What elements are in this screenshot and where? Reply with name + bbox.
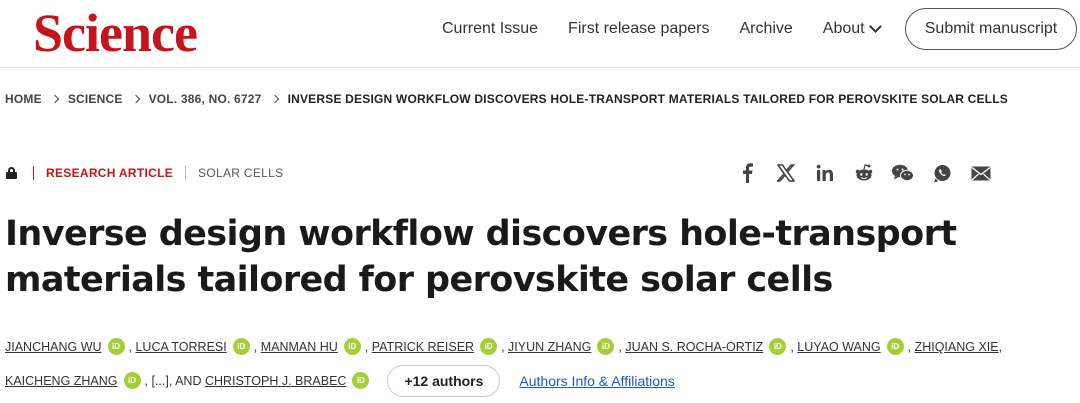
- orcid-icon[interactable]: iD: [769, 338, 787, 356]
- email-icon[interactable]: [970, 162, 992, 184]
- author-name[interactable]: JIYUN ZHANG: [508, 340, 591, 354]
- article-type-label[interactable]: RESEARCH ARTICLE: [46, 166, 173, 180]
- chevron-right-icon: [270, 94, 279, 104]
- author-name[interactable]: JUAN S. ROCHA-ORTIZ: [625, 340, 763, 354]
- chevron-down-icon: [868, 19, 882, 33]
- facebook-icon[interactable]: [736, 162, 758, 184]
- author-list: JIANCHANG WU iD, LUCA TORRESI iD, MANMAN H…: [5, 338, 1003, 356]
- submit-manuscript-button[interactable]: Submit manuscript: [905, 8, 1077, 50]
- author-name[interactable]: LUYAO WANG: [797, 340, 880, 354]
- divider: [185, 166, 187, 180]
- x-icon[interactable]: [775, 162, 797, 184]
- nav-first-release[interactable]: First release papers: [568, 19, 709, 39]
- wechat-icon[interactable]: [892, 162, 914, 184]
- author-name[interactable]: CHRISTOPH J. BRABEC: [205, 374, 346, 388]
- author-name[interactable]: PATRICK REISER: [372, 340, 474, 354]
- chevron-right-icon: [131, 94, 140, 104]
- divider: [33, 166, 34, 180]
- article-title: Inverse design workflow discovers hole-t…: [5, 211, 1005, 303]
- orcid-icon[interactable]: iD: [480, 338, 498, 356]
- orcid-icon[interactable]: iD: [123, 371, 141, 389]
- nav-current-issue[interactable]: Current Issue: [442, 19, 538, 39]
- orcid-icon[interactable]: iD: [343, 338, 361, 356]
- more-authors-button[interactable]: +12 authors: [387, 365, 501, 397]
- orcid-icon[interactable]: iD: [597, 338, 615, 356]
- orcid-icon[interactable]: iD: [886, 338, 904, 356]
- orcid-icon[interactable]: iD: [232, 338, 250, 356]
- site-header: Science Current Issue First release pape…: [0, 0, 1080, 68]
- article-title-line-2: materials tailored for perovskite solar …: [5, 260, 833, 300]
- chevron-right-icon: [50, 94, 60, 104]
- author-ellipsis: , [...], AND: [144, 374, 202, 388]
- nav-about[interactable]: About: [822, 19, 882, 39]
- article-title-line-1: Inverse design workflow discovers hole-t…: [5, 214, 957, 254]
- linkedin-icon[interactable]: [814, 162, 836, 184]
- authors-affiliations-link[interactable]: Authors Info & Affiliations: [519, 373, 674, 389]
- article-meta: RESEARCH ARTICLE SOLAR CELLS: [6, 166, 283, 180]
- article-section-label[interactable]: SOLAR CELLS: [198, 166, 283, 180]
- nav-about-label: About: [822, 20, 865, 37]
- author-name[interactable]: KAICHENG ZHANG: [5, 374, 118, 388]
- nav-archive[interactable]: Archive: [739, 19, 792, 39]
- breadcrumb-article: INVERSE DESIGN WORKFLOW DISCOVERS HOLE-T…: [287, 92, 1008, 106]
- reddit-icon[interactable]: [853, 162, 875, 184]
- whatsapp-icon[interactable]: [931, 162, 953, 184]
- author-name[interactable]: MANMAN HU: [261, 340, 338, 354]
- main-nav: Current Issue First release papers Archi…: [442, 19, 910, 39]
- breadcrumb-science[interactable]: SCIENCE: [68, 92, 123, 106]
- author-list-row-2: KAICHENG ZHANG iD , [...], AND CHRISTOPH …: [5, 365, 675, 397]
- orcid-icon[interactable]: iD: [107, 338, 125, 356]
- science-logo[interactable]: Science: [33, 5, 198, 61]
- author-name[interactable]: LUCA TORRESI: [135, 340, 226, 354]
- author-name[interactable]: JIANCHANG WU: [5, 340, 102, 354]
- breadcrumb: HOME SCIENCE VOL. 386, NO. 6727 INVERSE …: [5, 92, 1008, 106]
- breadcrumb-home[interactable]: HOME: [5, 92, 42, 106]
- author-name[interactable]: ZHIQIANG XIE: [915, 340, 999, 354]
- share-bar: [736, 162, 1009, 184]
- breadcrumb-volume[interactable]: VOL. 386, NO. 6727: [149, 92, 262, 106]
- lock-icon: [6, 167, 17, 179]
- orcid-icon[interactable]: iD: [352, 371, 370, 389]
